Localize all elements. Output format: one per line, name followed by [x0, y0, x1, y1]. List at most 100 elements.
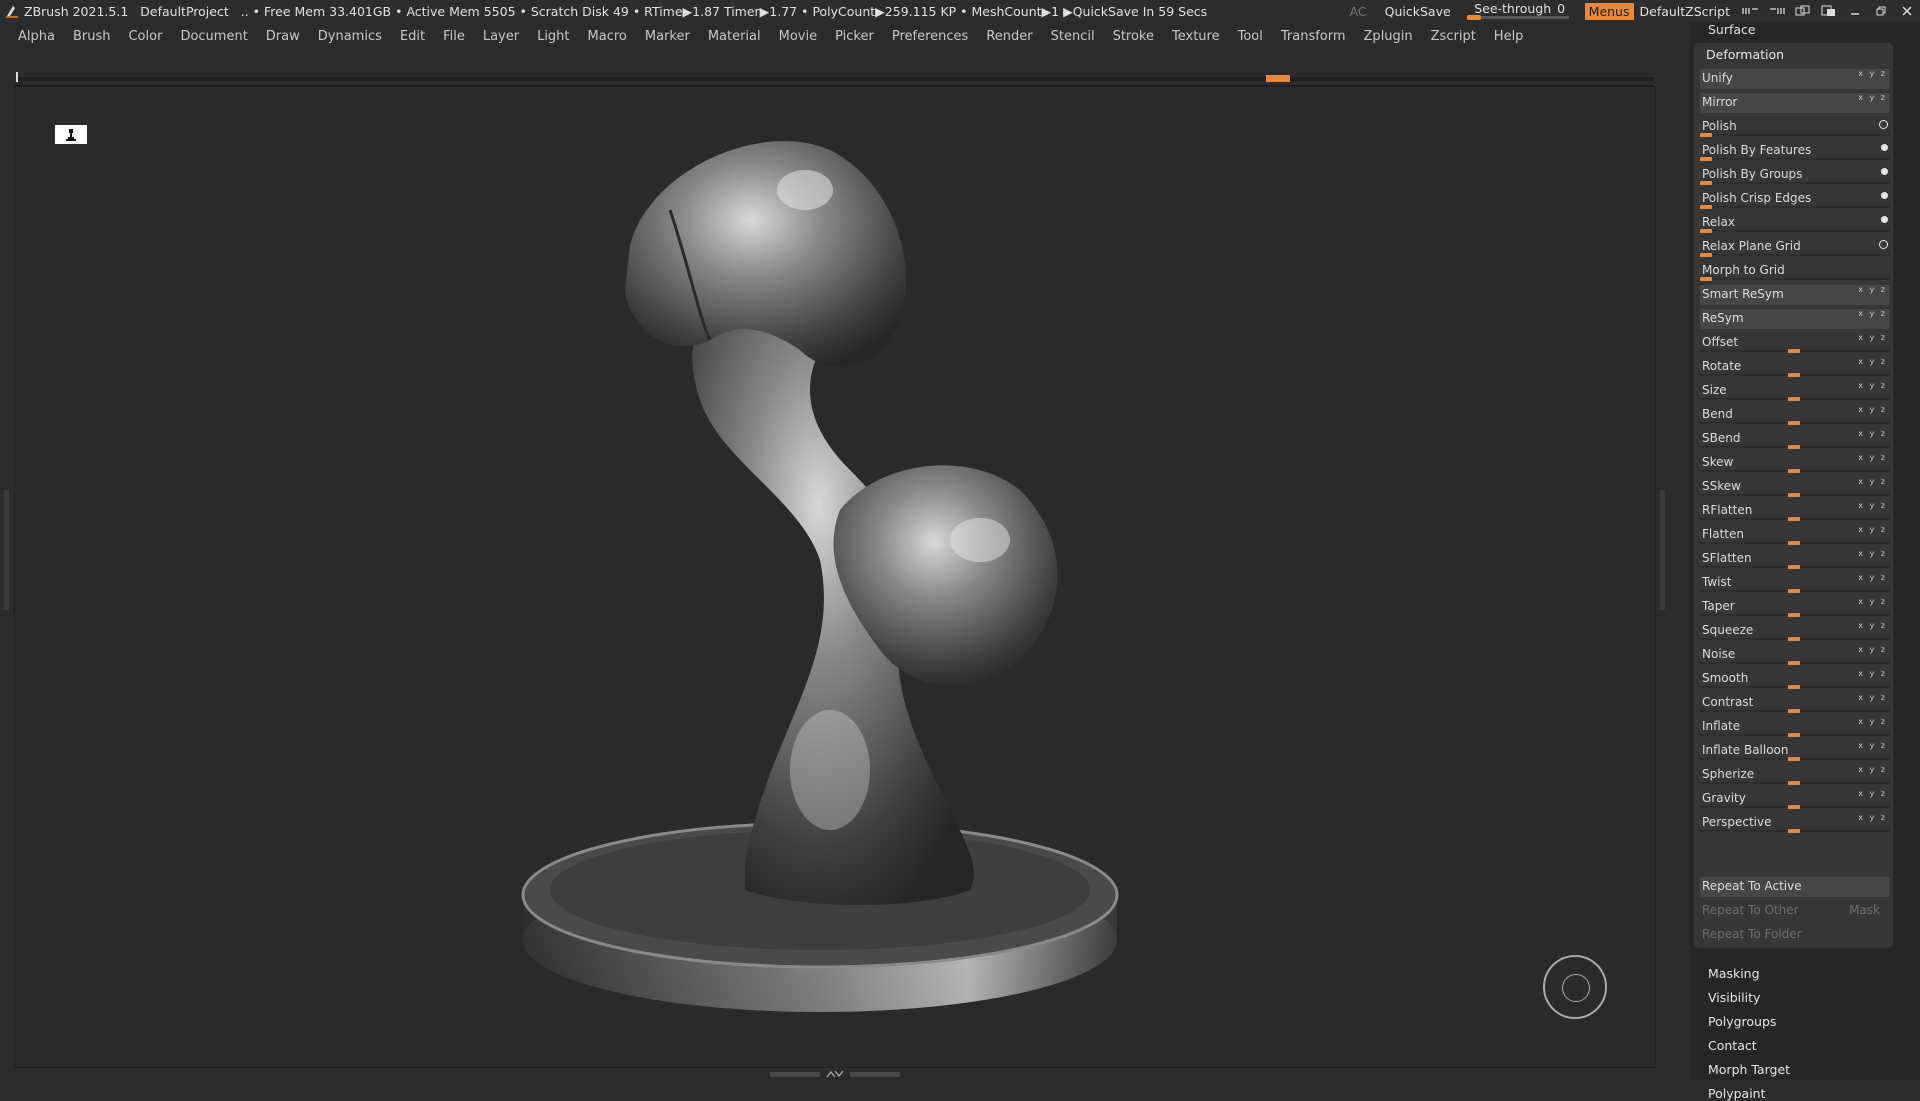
- rflatten-slider[interactable]: RFlatten x y z: [1700, 501, 1890, 521]
- polish-crisp-edges-slider[interactable]: Polish Crisp Edges: [1700, 189, 1890, 209]
- subpalette-visibility[interactable]: Visibility: [1708, 990, 1760, 1005]
- polish-by-features-slider[interactable]: Polish By Features: [1700, 141, 1890, 161]
- menu-marker[interactable]: Marker: [645, 29, 690, 44]
- default-zscript-button[interactable]: DefaultZScript: [1640, 4, 1731, 19]
- slider-knob[interactable]: [1788, 685, 1800, 689]
- slider-knob[interactable]: [1788, 421, 1800, 425]
- sflatten-slider[interactable]: SFlatten x y z: [1700, 549, 1890, 569]
- menu-texture[interactable]: Texture: [1172, 29, 1220, 44]
- xyz-axis-toggles[interactable]: x y z: [1858, 813, 1887, 822]
- menu-preferences[interactable]: Preferences: [892, 29, 968, 44]
- xyz-axis-toggles[interactable]: x y z: [1858, 501, 1887, 510]
- xyz-axis-toggles[interactable]: x y z: [1858, 309, 1887, 318]
- xyz-axis-toggles[interactable]: x y z: [1858, 429, 1887, 438]
- slider-knob[interactable]: [1788, 661, 1800, 665]
- bend-slider[interactable]: Bend x y z: [1700, 405, 1890, 425]
- close-icon[interactable]: [1894, 0, 1920, 22]
- layout-icon[interactable]: [1790, 0, 1816, 22]
- slider-knob[interactable]: [1788, 589, 1800, 593]
- timeline-marker[interactable]: [1266, 75, 1290, 82]
- menus-button[interactable]: Menus: [1584, 2, 1634, 20]
- deformation-title[interactable]: Deformation: [1706, 47, 1784, 62]
- slider-knob[interactable]: [1788, 781, 1800, 785]
- slider-knob[interactable]: [1788, 445, 1800, 449]
- menu-zplugin[interactable]: Zplugin: [1364, 29, 1413, 44]
- flatten-slider[interactable]: Flatten x y z: [1700, 525, 1890, 545]
- see-through-knob[interactable]: [1466, 15, 1481, 20]
- slider-knob[interactable]: [1788, 637, 1800, 641]
- polish-slider[interactable]: Polish: [1700, 117, 1890, 137]
- bottom-tray-handle[interactable]: [770, 1070, 900, 1078]
- slider-knob[interactable]: [1788, 805, 1800, 809]
- mask-button[interactable]: Mask: [1849, 903, 1880, 917]
- sbend-slider[interactable]: SBend x y z: [1700, 429, 1890, 449]
- xyz-axis-toggles[interactable]: x y z: [1858, 477, 1887, 486]
- subpalette-morph-target[interactable]: Morph Target: [1708, 1062, 1790, 1077]
- size-slider[interactable]: Size x y z: [1700, 381, 1890, 401]
- xyz-axis-toggles[interactable]: x y z: [1858, 765, 1887, 774]
- rotate-slider[interactable]: Rotate x y z: [1700, 357, 1890, 377]
- menu-layer[interactable]: Layer: [483, 29, 519, 44]
- restore-icon[interactable]: [1868, 0, 1894, 22]
- subpalette-masking[interactable]: Masking: [1708, 966, 1760, 981]
- twist-slider[interactable]: Twist x y z: [1700, 573, 1890, 593]
- slider-knob[interactable]: [1788, 493, 1800, 497]
- inflate-balloon-slider[interactable]: Inflate Balloon x y z: [1700, 741, 1890, 761]
- sskew-slider[interactable]: SSkew x y z: [1700, 477, 1890, 497]
- menu-stroke[interactable]: Stroke: [1113, 29, 1154, 44]
- offset-slider[interactable]: Offset x y z: [1700, 333, 1890, 353]
- slider-knob[interactable]: [1788, 757, 1800, 761]
- xyz-axis-toggles[interactable]: x y z: [1858, 741, 1887, 750]
- slider-knob[interactable]: [1700, 157, 1712, 161]
- rotation-gizmo[interactable]: [1543, 955, 1607, 1019]
- minimize-icon[interactable]: [1842, 0, 1868, 22]
- quicksave-button[interactable]: QuickSave: [1385, 4, 1451, 19]
- xyz-axis-toggles[interactable]: x y z: [1858, 693, 1887, 702]
- menu-material[interactable]: Material: [708, 29, 761, 44]
- xyz-axis-toggles[interactable]: x y z: [1858, 645, 1887, 654]
- menu-file[interactable]: File: [443, 29, 465, 44]
- right-tray-handle[interactable]: [1660, 490, 1665, 610]
- project-name[interactable]: DefaultProject: [140, 4, 228, 19]
- timeline[interactable]: [14, 72, 1654, 86]
- xyz-axis-toggles[interactable]: x y z: [1858, 69, 1887, 78]
- slider-knob[interactable]: [1788, 469, 1800, 473]
- menu-brush[interactable]: Brush: [73, 29, 111, 44]
- xyz-axis-toggles[interactable]: x y z: [1858, 717, 1887, 726]
- dot-toggle-icon[interactable]: [1881, 168, 1888, 175]
- xyz-axis-toggles[interactable]: x y z: [1858, 669, 1887, 678]
- toggle-icon[interactable]: [1738, 0, 1764, 22]
- subpalette-contact[interactable]: Contact: [1708, 1038, 1757, 1053]
- layout-icon[interactable]: [1816, 0, 1842, 22]
- menu-picker[interactable]: Picker: [835, 29, 874, 44]
- smooth-slider[interactable]: Smooth x y z: [1700, 669, 1890, 689]
- menu-stencil[interactable]: Stencil: [1051, 29, 1095, 44]
- slider-knob[interactable]: [1788, 709, 1800, 713]
- surface-subpalette[interactable]: Surface: [1708, 22, 1756, 37]
- xyz-axis-toggles[interactable]: x y z: [1858, 549, 1887, 558]
- skew-slider[interactable]: Skew x y z: [1700, 453, 1890, 473]
- slider-knob[interactable]: [1700, 205, 1712, 209]
- spherize-slider[interactable]: Spherize x y z: [1700, 765, 1890, 785]
- left-tray-handle[interactable]: [4, 490, 9, 610]
- xyz-axis-toggles[interactable]: x y z: [1858, 525, 1887, 534]
- xyz-axis-toggles[interactable]: x y z: [1858, 597, 1887, 606]
- menu-dynamics[interactable]: Dynamics: [318, 29, 382, 44]
- xyz-axis-toggles[interactable]: x y z: [1858, 789, 1887, 798]
- squeeze-slider[interactable]: Squeeze x y z: [1700, 621, 1890, 641]
- slider-knob[interactable]: [1700, 277, 1712, 281]
- slider-knob[interactable]: [1788, 613, 1800, 617]
- relax-plane-grid-slider[interactable]: Relax Plane Grid: [1700, 237, 1890, 257]
- xyz-axis-toggles[interactable]: x y z: [1858, 381, 1887, 390]
- smart-resym-button[interactable]: Smart ReSym x y z: [1700, 285, 1890, 305]
- xyz-axis-toggles[interactable]: x y z: [1858, 333, 1887, 342]
- slider-knob[interactable]: [1788, 829, 1800, 833]
- subpalette-polygroups[interactable]: Polygroups: [1708, 1014, 1776, 1029]
- inflate-slider[interactable]: Inflate x y z: [1700, 717, 1890, 737]
- menu-tool[interactable]: Tool: [1238, 29, 1263, 44]
- floor-grid-icon[interactable]: [55, 125, 87, 144]
- dot-toggle-icon[interactable]: [1881, 144, 1888, 151]
- slider-knob[interactable]: [1788, 397, 1800, 401]
- repeat-to-active-button[interactable]: Repeat To Active: [1700, 877, 1890, 897]
- dot-toggle-icon[interactable]: [1881, 192, 1888, 199]
